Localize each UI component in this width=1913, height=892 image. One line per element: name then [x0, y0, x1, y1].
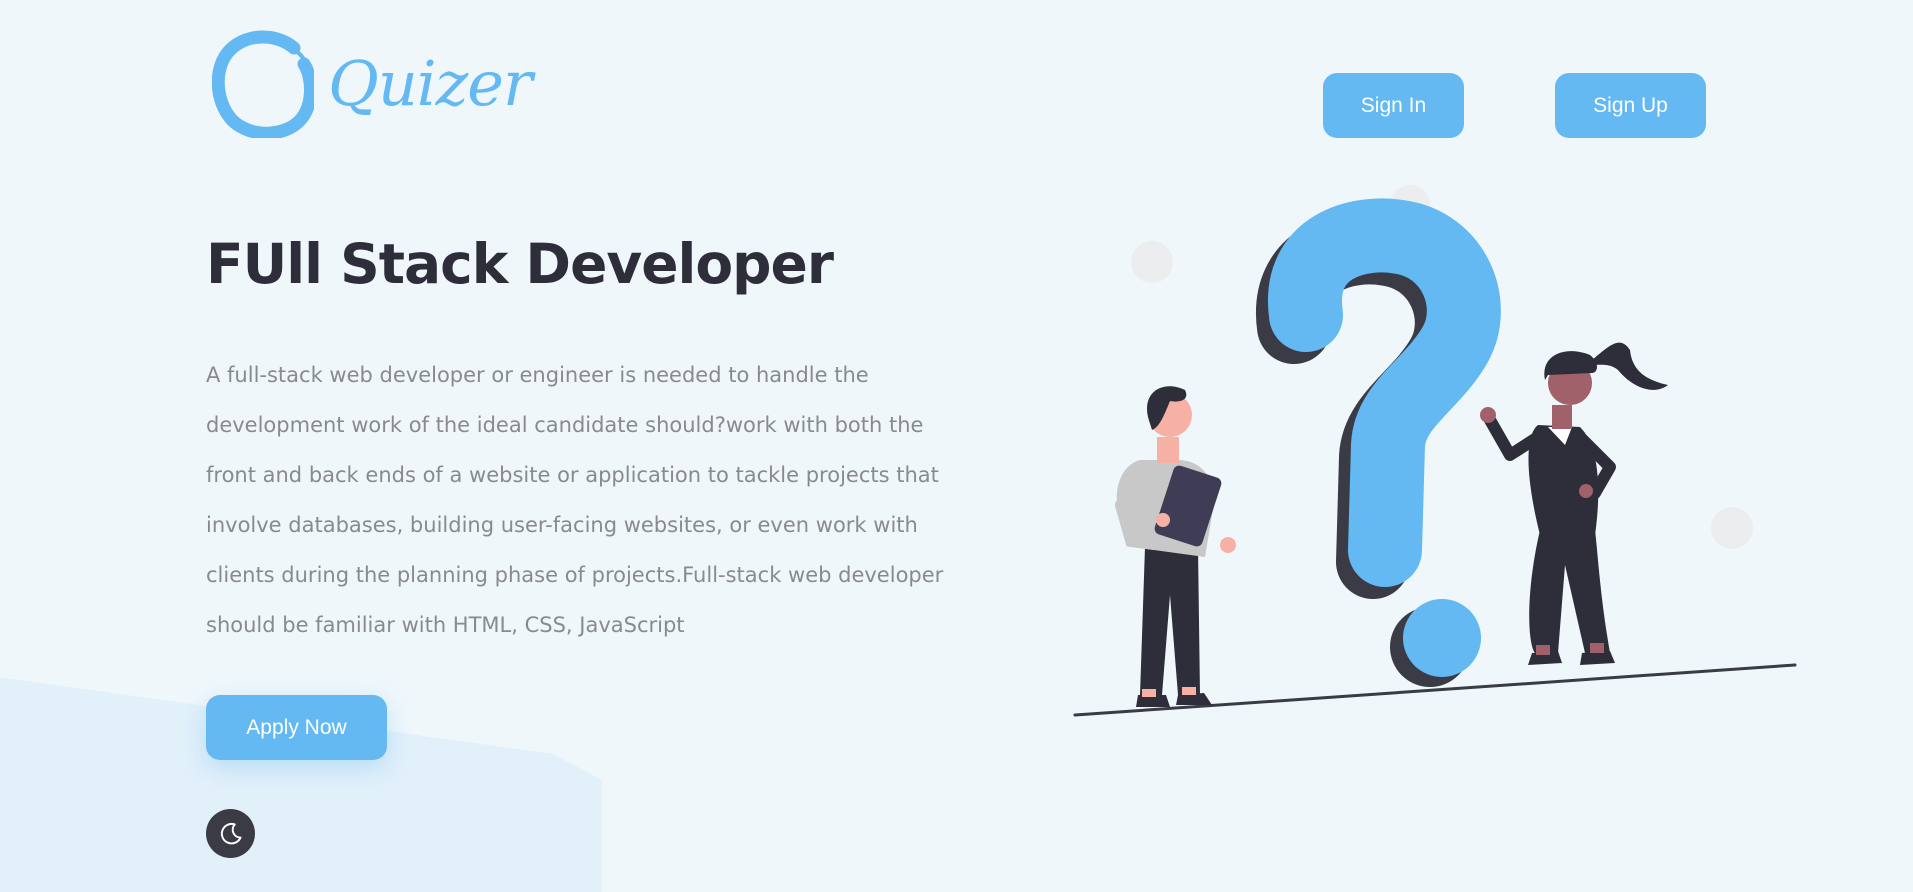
- man-with-tablet: [1115, 386, 1236, 707]
- logo[interactable]: Quizer: [212, 30, 533, 138]
- page-title: FUll Stack Developer: [206, 232, 834, 296]
- woman-pointing: [1480, 342, 1668, 665]
- logo-ring-icon: [212, 30, 314, 138]
- landing-page: Quizer Sign In Sign Up FUll Stack Develo…: [0, 0, 1913, 892]
- decor-circle: [1711, 507, 1753, 549]
- brand-name: Quizer: [328, 47, 533, 120]
- sign-in-button[interactable]: Sign In: [1323, 73, 1464, 138]
- theme-toggle-button[interactable]: [206, 809, 255, 858]
- question-mark: [1256, 198, 1501, 687]
- job-description: A full-stack web developer or engineer i…: [206, 363, 944, 637]
- moon-icon: [220, 822, 242, 844]
- apply-now-button[interactable]: Apply Now: [206, 695, 387, 760]
- decor-circle: [1131, 241, 1173, 283]
- sign-up-button[interactable]: Sign Up: [1555, 73, 1706, 138]
- question-mark-people-illustration: [1073, 185, 1797, 717]
